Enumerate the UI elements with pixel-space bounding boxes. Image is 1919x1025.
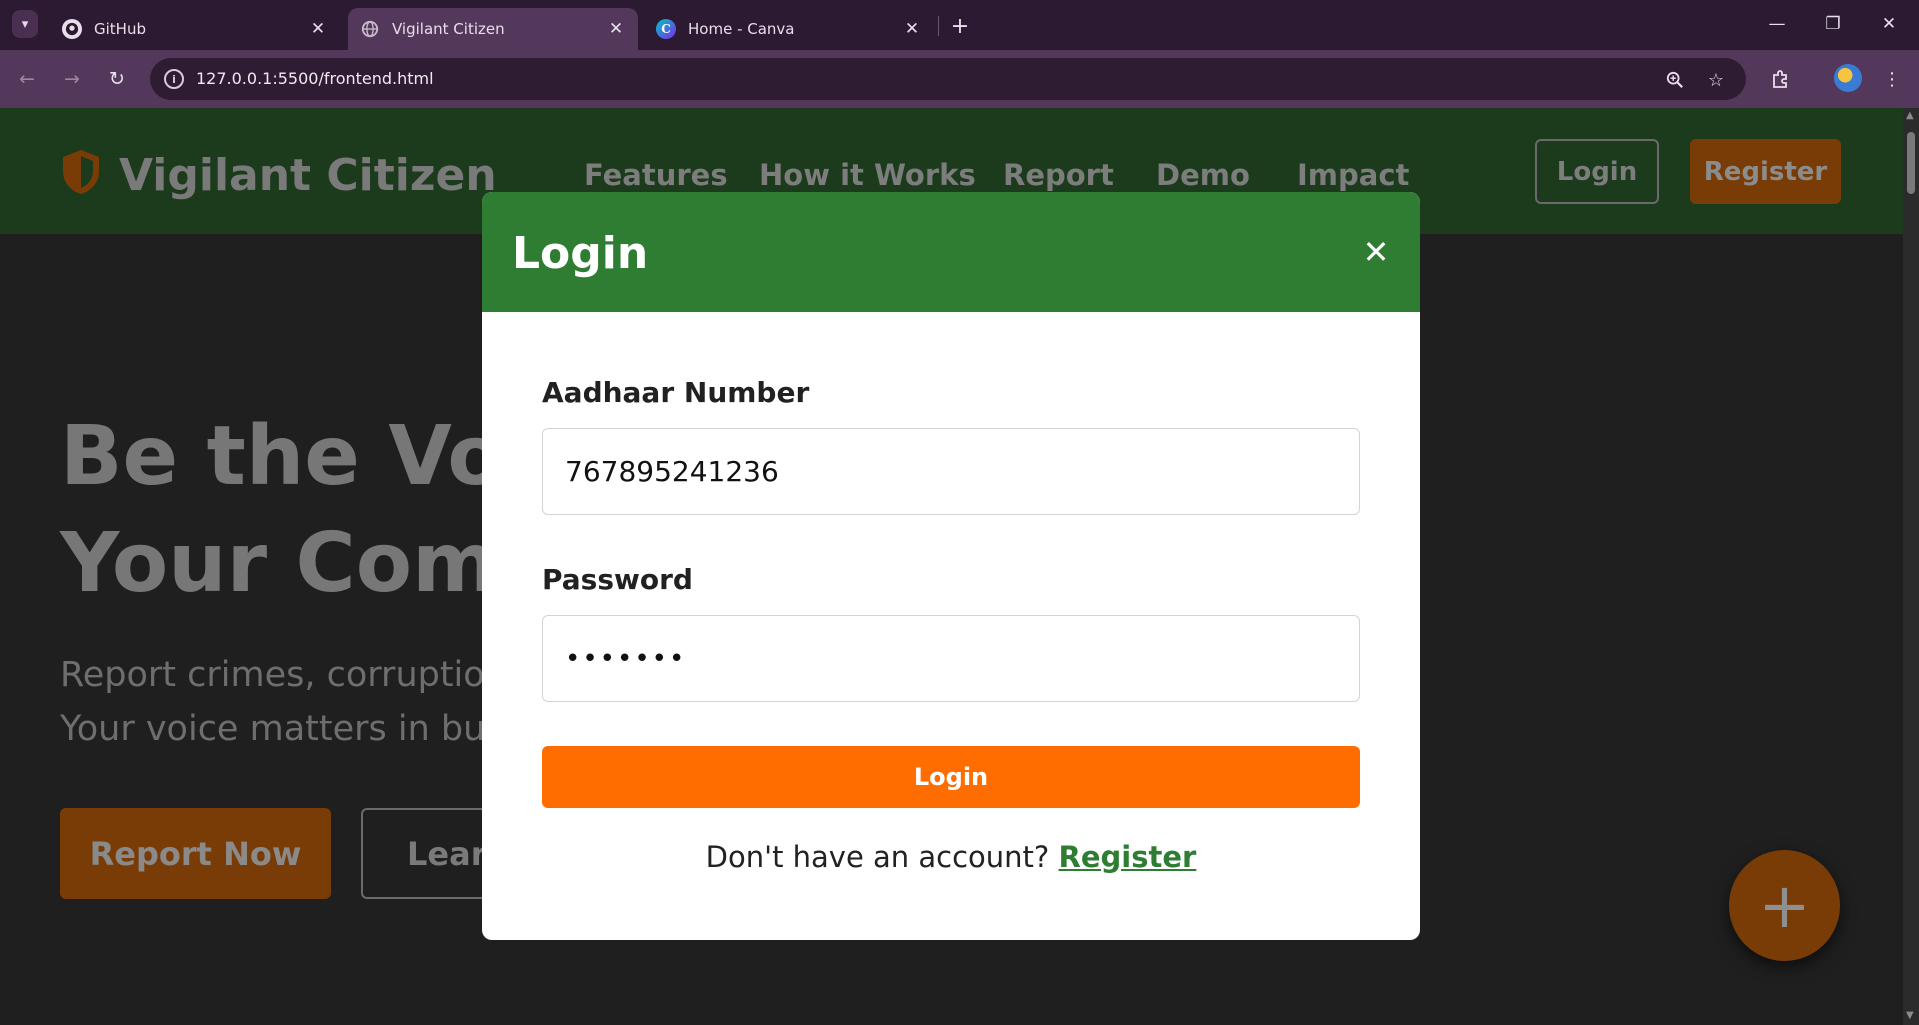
url-text[interactable]: 127.0.0.1:5500/frontend.html (196, 69, 434, 88)
browser-toolbar: ← → ↻ i 127.0.0.1:5500/frontend.html ☆ ⋮ (0, 50, 1919, 108)
nav-login-button[interactable]: Login (1535, 139, 1659, 204)
forward-icon[interactable]: → (57, 64, 87, 94)
floating-add-button[interactable]: + (1729, 850, 1840, 961)
hero-subtitle: Report crimes, corruption, Your voice ma… (60, 648, 527, 756)
tab-title: Vigilant Citizen (392, 20, 505, 38)
scroll-up-icon[interactable]: ▲ (1906, 110, 1914, 121)
bookmark-star-icon[interactable]: ☆ (1703, 67, 1729, 93)
back-icon[interactable]: ← (12, 64, 42, 94)
new-tab-icon[interactable]: + (946, 12, 974, 40)
scroll-down-icon[interactable]: ▼ (1906, 1010, 1914, 1021)
github-icon (62, 19, 82, 39)
profile-avatar[interactable] (1834, 64, 1862, 92)
aadhaar-label: Aadhaar Number (542, 376, 810, 409)
restore-icon[interactable]: ❐ (1810, 8, 1856, 40)
password-input[interactable] (542, 615, 1360, 702)
register-link[interactable]: Register (1059, 840, 1197, 874)
site-logo-text[interactable]: Vigilant Citizen (119, 150, 497, 201)
more-menu-icon[interactable]: ⋮ (1877, 64, 1907, 94)
tab-search-button[interactable]: ▾ (12, 10, 38, 38)
canva-icon: C (656, 19, 676, 39)
shield-icon (63, 150, 99, 194)
tab-github[interactable]: GitHub ✕ (50, 8, 340, 50)
zoom-icon[interactable] (1662, 67, 1688, 93)
register-prompt-text: Don't have an account? (705, 840, 1050, 874)
globe-icon (360, 19, 380, 39)
login-modal: Login ✕ Aadhaar Number Password Login Do… (482, 192, 1420, 940)
window-close-icon[interactable]: ✕ (1866, 8, 1912, 40)
tab-title: Home - Canva (688, 20, 795, 38)
nav-link-impact[interactable]: Impact (1297, 158, 1409, 192)
report-now-button[interactable]: Report Now (60, 808, 331, 899)
extensions-icon[interactable] (1766, 64, 1796, 94)
nav-link-report[interactable]: Report (1003, 158, 1114, 192)
close-icon[interactable]: ✕ (606, 19, 626, 39)
tab-vigilant-citizen[interactable]: Vigilant Citizen ✕ (348, 8, 638, 50)
reload-icon[interactable]: ↻ (102, 64, 132, 94)
modal-title: Login (512, 228, 649, 279)
register-prompt: Don't have an account? Register (482, 840, 1420, 874)
password-label: Password (542, 563, 693, 596)
tab-title: GitHub (94, 20, 146, 38)
nav-register-button[interactable]: Register (1690, 139, 1841, 204)
nav-link-how-it-works[interactable]: How it Works (759, 158, 976, 192)
tab-separator (938, 16, 939, 36)
page-scrollbar[interactable]: ▲ ▼ (1903, 108, 1919, 1025)
site-info-icon[interactable]: i (164, 69, 184, 89)
close-icon[interactable]: ✕ (1358, 233, 1394, 271)
nav-link-features[interactable]: Features (584, 158, 728, 192)
login-submit-button[interactable]: Login (542, 746, 1360, 808)
close-icon[interactable]: ✕ (902, 19, 922, 39)
tab-canva[interactable]: C Home - Canva ✕ (644, 8, 934, 50)
scroll-thumb[interactable] (1907, 132, 1915, 194)
modal-header: Login ✕ (482, 192, 1420, 312)
close-icon[interactable]: ✕ (308, 19, 328, 39)
address-bar[interactable]: i 127.0.0.1:5500/frontend.html ☆ (150, 58, 1746, 100)
nav-link-demo[interactable]: Demo (1156, 158, 1250, 192)
hero-subtitle-line: Report crimes, corruption, (60, 655, 519, 695)
hero-subtitle-line: Your voice matters in build (60, 709, 527, 749)
minimize-icon[interactable]: — (1754, 8, 1800, 40)
aadhaar-input[interactable] (542, 428, 1360, 515)
browser-tabstrip: ▾ GitHub ✕ Vigilant Citizen ✕ C Home - C… (0, 0, 1919, 50)
